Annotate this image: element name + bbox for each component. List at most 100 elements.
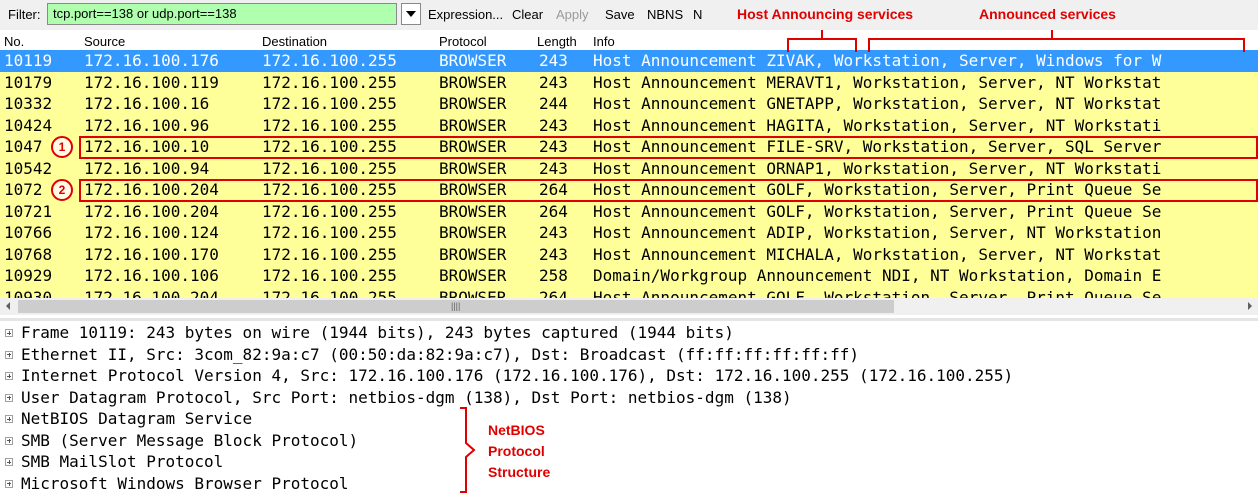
packet-info: Host Announcement HAGITA, Workstation, S… <box>593 115 1162 135</box>
pane-splitter[interactable] <box>0 318 1258 321</box>
packet-source: 172.16.100.96 <box>84 115 210 135</box>
chevron-down-icon <box>406 11 416 17</box>
packet-protocol: BROWSER <box>439 158 507 178</box>
packet-row-selected[interactable]: 10119 172.16.100.176 172.16.100.255 BROWSER… <box>0 50 1258 72</box>
packet-destination: 172.16.100.255 <box>262 94 397 113</box>
marker-1: 1 <box>51 136 73 158</box>
packet-protocol: BROWSER <box>439 223 507 242</box>
packet-no: 10424 <box>4 115 53 135</box>
packet-row[interactable]: 10930 172.16.100.204 172.16.100.255 BROWSER… <box>0 286 1258 299</box>
column-length[interactable]: Length <box>537 34 577 49</box>
packet-protocol: BROWSER <box>439 72 507 92</box>
expression-button[interactable]: Expression... <box>428 7 503 22</box>
column-source[interactable]: Source <box>84 34 125 49</box>
expand-plus-icon[interactable] <box>5 329 13 337</box>
packet-length: 264 <box>539 287 568 299</box>
expand-plus-icon[interactable] <box>5 350 13 359</box>
horizontal-scrollbar[interactable]: |||| <box>0 298 1258 315</box>
expand-plus-icon[interactable] <box>5 393 13 402</box>
packet-length: 243 <box>539 51 568 70</box>
expand-plus-icon[interactable] <box>5 436 13 445</box>
packet-destination: 172.16.100.255 <box>262 158 397 178</box>
host-announcing-label: Host Announcing services <box>737 6 914 22</box>
packet-list: 10119 172.16.100.176 172.16.100.255 BROWSER… <box>0 50 1258 298</box>
filter-input[interactable]: tcp.port==138 or udp.port==138 <box>47 3 397 25</box>
packet-destination: 172.16.100.255 <box>262 223 397 242</box>
more-filter-button[interactable]: N <box>693 7 702 22</box>
expand-plus-icon[interactable] <box>5 479 13 488</box>
column-info[interactable]: Info <box>593 34 615 49</box>
column-no[interactable]: No. <box>4 34 24 49</box>
packet-row[interactable]: 10929 172.16.100.106 172.16.100.255 BROWSER… <box>0 265 1258 287</box>
packet-source: 172.16.100.204 <box>84 287 219 299</box>
packet-length: 244 <box>539 94 568 113</box>
packet-no: 10119 <box>4 51 53 70</box>
grip-icon: |||| <box>451 301 461 311</box>
packet-destination: 172.16.100.255 <box>262 266 397 285</box>
packet-no: 10542 <box>4 158 53 178</box>
tree-item-label: Frame 10119: 243 bytes on wire (1944 bit… <box>21 323 734 342</box>
packet-source: 172.16.100.124 <box>84 223 219 242</box>
packet-row[interactable]: 10766 172.16.100.124 172.16.100.255 BROWSER… <box>0 222 1258 244</box>
packet-length: 243 <box>539 244 568 264</box>
packet-length: 258 <box>539 266 568 285</box>
tree-item-label: SMB MailSlot Protocol <box>21 452 224 471</box>
packet-info: Host Announcement GOLF, Workstation, Ser… <box>593 287 1162 299</box>
arrow-right-icon <box>1248 302 1252 310</box>
packet-row[interactable]: 10768 172.16.100.170 172.16.100.255 BROWSER… <box>0 243 1258 265</box>
protocol-label: Protocol <box>488 443 545 459</box>
packet-protocol: BROWSER <box>439 94 507 113</box>
packet-row[interactable]: 10542 172.16.100.94 172.16.100.255 BROWSER 2… <box>0 157 1258 179</box>
packet-info: Host Announcement MICHALA, Workstation, … <box>593 244 1162 264</box>
packet-no: 1047 <box>4 137 43 156</box>
packet-info: Host Announcement MERAVT1, Workstation, … <box>593 72 1162 92</box>
apply-button[interactable]: Apply <box>556 7 589 22</box>
clear-button[interactable]: Clear <box>512 7 543 22</box>
packet-row[interactable]: 10721 172.16.100.204 172.16.100.255 BROWSER… <box>0 200 1258 222</box>
save-button[interactable]: Save <box>605 7 635 22</box>
packet-details-tree: Frame 10119: 243 bytes on wire (1944 bit… <box>0 322 1258 493</box>
tree-item-label: Internet Protocol Version 4, Src: 172.16… <box>21 366 1014 385</box>
expand-plus-icon[interactable] <box>5 458 13 466</box>
packet-length: 243 <box>539 72 568 92</box>
packet-protocol: BROWSER <box>439 244 507 264</box>
packet-destination: 172.16.100.255 <box>262 201 397 221</box>
packet-row[interactable]: 10179 172.16.100.119 172.16.100.255 BROWSER… <box>0 71 1258 93</box>
tree-item-label: Microsoft Windows Browser Protocol <box>21 473 349 493</box>
announced-services-label: Announced services <box>979 6 1116 22</box>
packet-no: 10929 <box>4 266 53 285</box>
tree-item-label: User Datagram Protocol, Src Port: netbio… <box>21 387 792 407</box>
packet-no: 10179 <box>4 72 53 92</box>
packet-no: 10930 <box>4 287 53 299</box>
structure-label: Structure <box>488 464 551 480</box>
column-protocol[interactable]: Protocol <box>439 34 487 49</box>
scrollbar-thumb[interactable]: |||| <box>18 300 894 313</box>
filter-label: Filter: <box>8 7 41 22</box>
packet-length: 264 <box>539 201 568 221</box>
packet-protocol: BROWSER <box>439 115 507 135</box>
expand-plus-icon[interactable] <box>5 415 13 423</box>
packet-info: Host Announcement GNETAPP, Workstation, … <box>593 94 1162 113</box>
packet-destination: 172.16.100.255 <box>262 244 397 264</box>
packet-row[interactable]: 10424 172.16.100.96 172.16.100.255 BROWSER 2… <box>0 114 1258 136</box>
tree-item-label: SMB (Server Message Block Protocol) <box>21 430 359 450</box>
column-destination[interactable]: Destination <box>262 34 327 49</box>
packet-info: Domain/Workgroup Announcement NDI, NT Wo… <box>593 266 1162 285</box>
netbios-label: NetBIOS <box>488 422 545 438</box>
packet-source: 172.16.100.16 <box>84 94 210 113</box>
packet-row[interactable]: 10332 172.16.100.16 172.16.100.255 BROWSER 2… <box>0 93 1258 115</box>
arrow-left-icon <box>6 302 10 310</box>
packet-source: 172.16.100.204 <box>84 201 219 221</box>
packet-length: 243 <box>539 223 568 242</box>
packet-source: 172.16.100.119 <box>84 72 219 92</box>
scroll-left-button[interactable] <box>0 298 17 315</box>
expand-plus-icon[interactable] <box>5 372 13 380</box>
packet-source: 172.16.100.170 <box>84 244 219 264</box>
packet-source: 172.16.100.176 <box>84 51 219 70</box>
nbns-button[interactable]: NBNS <box>647 7 683 22</box>
packet-length: 243 <box>539 158 568 178</box>
scroll-right-button[interactable] <box>1241 298 1258 315</box>
packet-list-header: No. Source Destination Protocol Length I… <box>0 32 1258 50</box>
filter-history-dropdown[interactable] <box>401 3 421 25</box>
packet-info: Host Announcement ADIP, Workstation, Ser… <box>593 223 1162 242</box>
